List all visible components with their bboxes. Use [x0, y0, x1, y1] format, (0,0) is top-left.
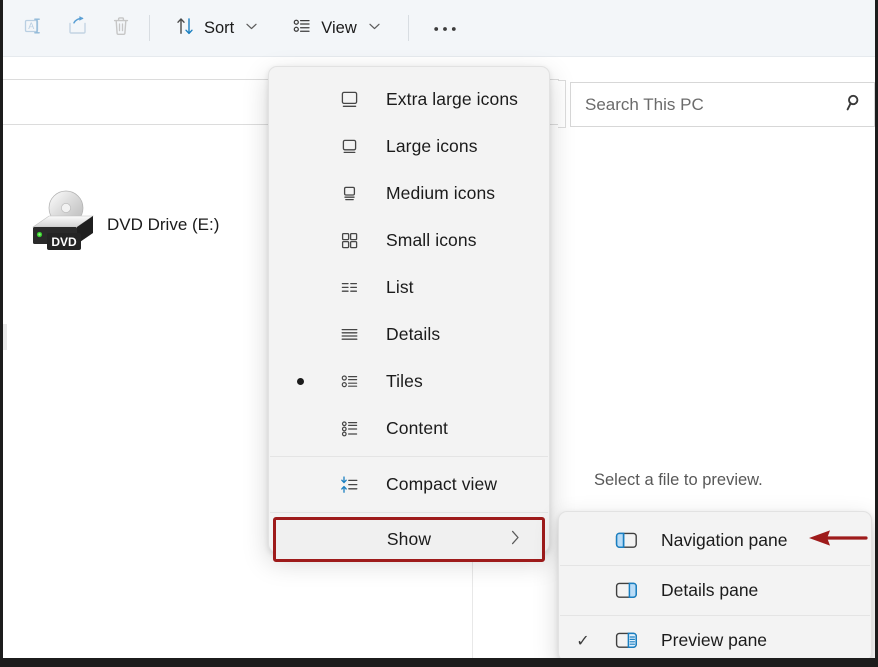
red-pointer-arrow: [806, 527, 868, 554]
view-label: View: [321, 18, 357, 37]
submenu-item-label: Details pane: [661, 580, 759, 600]
delete-button[interactable]: [99, 10, 143, 46]
command-bar: A Sort View: [3, 0, 875, 57]
submenu-divider-2: [560, 615, 870, 616]
menu-item-label: Medium icons: [386, 183, 496, 203]
compact-view-icon: [336, 474, 362, 495]
svg-text:DVD: DVD: [51, 235, 77, 249]
menu-divider-2: [270, 512, 548, 513]
menu-item-extra-large-icons[interactable]: Extra large icons: [273, 76, 545, 123]
details-lines-icon: [336, 324, 362, 345]
menu-divider-1: [270, 456, 548, 457]
navigation-pane-icon: [613, 531, 639, 550]
menu-item-label: Tiles: [386, 371, 423, 391]
sort-icon: [174, 15, 196, 42]
selected-bullet-icon: [297, 378, 304, 385]
rename-button[interactable]: A: [11, 10, 55, 46]
view-icon: [291, 15, 313, 42]
list-columns-icon: [336, 277, 362, 298]
window-border-bottom: [0, 658, 878, 667]
dvd-drive-icon: DVD: [25, 189, 97, 260]
tiles-icon: [336, 371, 362, 392]
chevron-down-icon: [246, 22, 257, 33]
preview-placeholder-text: Select a file to preview.: [594, 471, 763, 489]
menu-item-label: Show: [386, 529, 432, 549]
search-box[interactable]: Search This PC: [570, 82, 875, 127]
menu-item-show[interactable]: Show: [273, 517, 545, 562]
menu-item-label: List: [386, 277, 414, 297]
menu-item-content[interactable]: Content: [273, 405, 545, 452]
submenu-item-label: Preview pane: [661, 630, 768, 650]
trash-icon: [110, 15, 132, 42]
share-button[interactable]: [55, 10, 99, 46]
menu-item-small-icons[interactable]: Small icons: [273, 217, 545, 264]
menu-item-label: Content: [386, 418, 448, 438]
menu-item-label: Details: [386, 324, 441, 344]
address-bar-right-edge: [558, 80, 566, 128]
sort-button[interactable]: Sort: [164, 10, 267, 46]
preview-pane-icon: [613, 631, 639, 650]
svg-text:A: A: [28, 21, 34, 31]
menu-item-tiles[interactable]: Tiles: [273, 358, 545, 405]
file-explorer-window: A Sort View Search This PC DVD DVD Drive…: [0, 0, 878, 667]
pane-resize-handle[interactable]: [3, 324, 7, 350]
menu-item-large-icons[interactable]: Large icons: [273, 123, 545, 170]
menu-item-label: Extra large icons: [386, 89, 519, 109]
monitor-small-icon: [336, 183, 362, 204]
grid-four-icon: [336, 230, 362, 251]
details-pane-icon: [613, 581, 639, 600]
menu-item-label: Compact view: [386, 474, 498, 494]
monitor-large-icon: [336, 89, 362, 110]
search-icon[interactable]: [845, 93, 864, 117]
menu-item-list[interactable]: List: [273, 264, 545, 311]
search-input[interactable]: Search This PC: [585, 95, 845, 115]
see-more-button[interactable]: [423, 10, 467, 46]
sort-label: Sort: [204, 18, 235, 37]
submenu-divider-1: [560, 565, 870, 566]
ellipsis-icon: [433, 19, 457, 38]
list-item[interactable]: DVD DVD Drive (E:): [25, 189, 219, 260]
menu-item-compact-view[interactable]: Compact view: [273, 461, 545, 508]
chevron-down-icon: [369, 22, 380, 33]
monitor-medium-icon: [336, 136, 362, 157]
submenu-item-preview-pane[interactable]: ✓ Preview pane: [563, 617, 867, 661]
menu-item-label: Large icons: [386, 136, 478, 156]
toolbar-divider-2: [407, 15, 409, 41]
submenu-chevron-icon: [511, 530, 520, 549]
window-border-left: [0, 0, 3, 667]
menu-item-medium-icons[interactable]: Medium icons: [273, 170, 545, 217]
submenu-item-label: Navigation pane: [661, 530, 788, 550]
rename-icon: A: [22, 15, 44, 42]
content-icon: [336, 418, 362, 439]
view-button[interactable]: View: [281, 10, 389, 46]
share-icon: [66, 14, 89, 42]
view-menu-flyout: Extra large icons Large icons Medium ico…: [268, 66, 550, 562]
toolbar-divider-1: [149, 15, 150, 41]
list-item-label: DVD Drive (E:): [107, 214, 220, 234]
check-icon: ✓: [576, 632, 590, 650]
submenu-item-details-pane[interactable]: Details pane: [563, 567, 867, 614]
menu-item-label: Small icons: [386, 230, 477, 250]
menu-item-details[interactable]: Details: [273, 311, 545, 358]
